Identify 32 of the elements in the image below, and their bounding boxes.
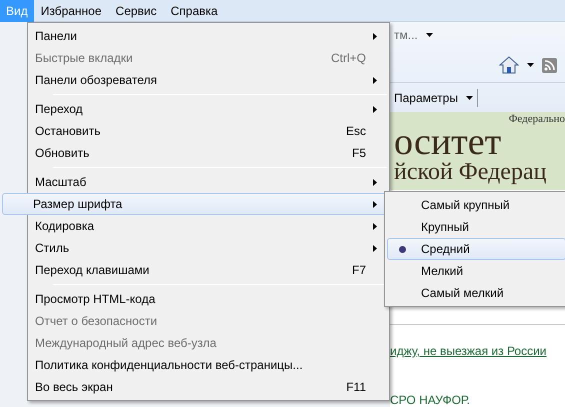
radio-menu-item[interactable]: Самый крупный xyxy=(387,194,565,216)
menu-item[interactable]: Кодировка xyxy=(30,215,387,237)
menu-item[interactable]: Переход xyxy=(30,98,387,120)
radio-menu-item[interactable]: Средний xyxy=(387,238,565,260)
menu-item[interactable]: Во весь экран F11 xyxy=(30,376,387,398)
menu-bar-item[interactable]: Сервис xyxy=(108,0,164,22)
caret-icon xyxy=(466,96,473,100)
radio-menu-item[interactable]: Крупный xyxy=(387,216,565,238)
menu-item[interactable]: Остановить Esc xyxy=(30,120,387,142)
menu-item[interactable]: Обновить F5 xyxy=(30,142,387,164)
header-title: йской Федерац xyxy=(394,158,546,186)
header-title: оситет xyxy=(394,126,502,158)
home-icon[interactable] xyxy=(499,56,519,74)
menu-bar-item[interactable]: Справка xyxy=(164,0,225,22)
menu-item[interactable]: Масштаб xyxy=(30,171,387,193)
link[interactable]: иджу, не выезжая из России xyxy=(390,342,547,360)
rss-feed-icon[interactable] xyxy=(542,58,557,72)
radio-menu-item[interactable]: Мелкий xyxy=(387,260,565,282)
caret-icon[interactable] xyxy=(527,63,534,67)
radio-menu-item[interactable]: Самый мелкий xyxy=(387,282,565,304)
menu-item[interactable]: Размер шрифта xyxy=(2,193,387,215)
menu-item[interactable]: Стиль xyxy=(30,237,387,259)
toolbar-text[interactable]: тм... xyxy=(394,26,418,44)
menu-item[interactable]: Просмотр HTML-кода xyxy=(30,288,387,310)
menu-item[interactable]: Переход клавишами F7 xyxy=(30,259,387,281)
menu-bar-item[interactable]: Избранное xyxy=(34,0,109,22)
caret-icon[interactable] xyxy=(426,33,433,37)
menu-item[interactable]: Панели обозревателя xyxy=(30,69,387,91)
body-text: СРО НАУФОР. xyxy=(390,393,470,407)
menu-item[interactable]: Политика конфиденциальности веб-страницы... xyxy=(30,354,387,376)
header-text: Федерально xyxy=(508,112,565,126)
menu-item[interactable]: Панели xyxy=(30,25,387,47)
